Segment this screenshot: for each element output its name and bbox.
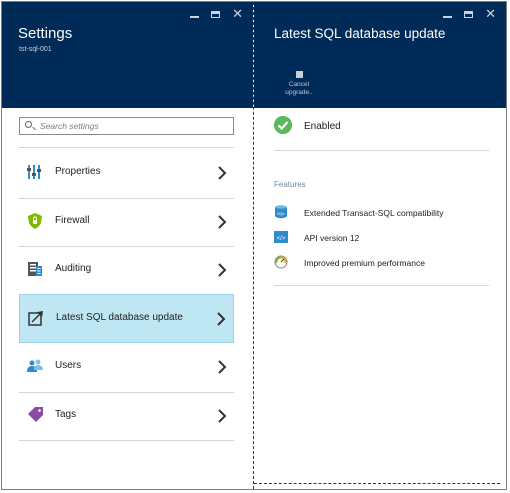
menu-item-label: Latest SQL database update [56,312,183,323]
chevron-right-icon [218,409,227,423]
close-icon[interactable]: ✕ [485,7,496,20]
menu-item-label: Users [55,360,82,371]
chevron-right-icon [218,215,227,229]
chevron-right-icon [218,360,227,374]
latest-sql-update-blade: Latest SQL database update ✕ Cancel upgr… [254,2,506,489]
tag-icon [28,407,43,422]
update-icon [28,311,43,326]
menu-item-firewall[interactable]: Firewall [19,198,234,247]
properties-icon [27,165,41,179]
chevron-right-icon [218,166,227,180]
shield-icon [28,213,42,229]
feature-label: Extended Transact-SQL compatibility [304,208,444,218]
settings-window-controls: ✕ [190,7,243,20]
divider [19,147,234,148]
minimize-icon[interactable] [443,16,453,18]
settings-blade-title: Settings [18,25,73,42]
update-window-controls: ✕ [443,7,496,20]
cancel-upgrade-button[interactable]: Cancel upgrade.. [279,69,319,105]
minimize-icon[interactable] [190,16,200,18]
menu-item-label: Properties [55,166,101,177]
cancel-upgrade-label-line2: upgrade.. [285,89,313,96]
blade-bottom-border [254,483,500,484]
update-blade-header: Latest SQL database update ✕ Cancel upgr… [254,2,506,108]
close-icon[interactable]: ✕ [232,7,243,20]
stop-icon [295,71,303,78]
menu-item-auditing[interactable]: Auditing [19,246,234,295]
cancel-upgrade-label-line1: Cancel [288,81,310,88]
auditing-icon [28,262,42,276]
menu-item-users[interactable]: Users [19,343,234,392]
maximize-icon[interactable] [211,10,221,18]
svg-text:</>: </> [277,236,286,242]
checkmark-icon [274,116,292,134]
search-input[interactable] [40,119,228,133]
svg-text:SQL: SQL [277,211,286,216]
menu-item-label: Firewall [55,215,90,226]
menu-item-label: Auditing [55,263,92,274]
feature-label: API version 12 [304,233,360,243]
menu-item-properties[interactable]: Properties [19,149,234,198]
menu-item-tags[interactable]: Tags [19,392,234,441]
status-text: Enabled [304,121,341,132]
chevron-right-icon [218,263,227,277]
sql-icon: SQL [275,205,287,219]
divider [274,150,489,151]
menu-item-label: Tags [55,409,77,420]
chevron-right-icon [217,312,226,326]
api-icon: </> [274,231,288,243]
search-settings-box[interactable] [19,117,234,135]
features-heading: Features [274,180,306,189]
menu-item-latest-sql-database-update[interactable]: Latest SQL database update [19,294,234,343]
update-blade-title: Latest SQL database update [274,26,446,41]
settings-blade-header: Settings tst-sql-001 ✕ [2,2,253,108]
users-icon [27,359,43,372]
feature-label: Improved premium performance [304,258,425,268]
divider [19,440,234,441]
divider [274,285,489,286]
gauge-icon [274,255,288,269]
search-icon [25,121,32,128]
maximize-icon[interactable] [464,10,474,18]
portal-frame: Settings tst-sql-001 ✕ Properties [1,1,507,490]
settings-blade-subtitle: tst-sql-001 [19,46,52,53]
settings-blade: Settings tst-sql-001 ✕ Properties [2,2,254,489]
